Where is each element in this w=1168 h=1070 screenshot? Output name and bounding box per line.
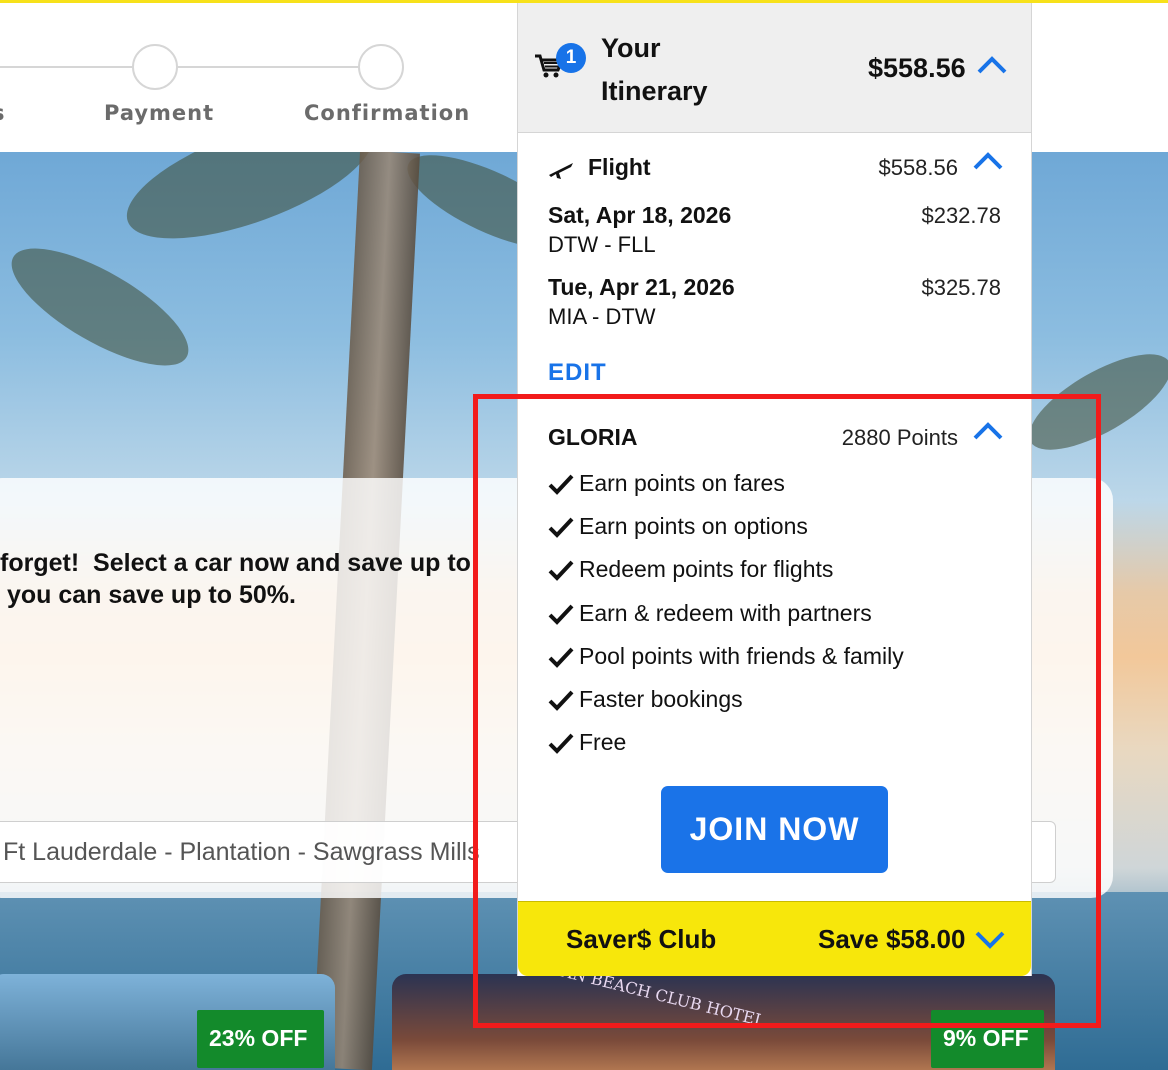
loyalty-program-name: GLORIA bbox=[548, 424, 638, 450]
itinerary-panel: 1 Your Itinerary $558.56 Flight $558.56 … bbox=[517, 3, 1032, 976]
palm-frond bbox=[112, 152, 388, 264]
plane-icon bbox=[549, 163, 573, 179]
flight-leg-route: MIA - DTW bbox=[548, 304, 656, 329]
benefit-text: Redeem points for flights bbox=[579, 556, 834, 582]
flight-leg-price: $325.78 bbox=[921, 275, 1001, 300]
palm-frond bbox=[0, 226, 205, 388]
flight-label: Flight bbox=[588, 154, 651, 180]
chevron-up-icon[interactable] bbox=[976, 55, 1008, 75]
discount-badge: 23% OFF bbox=[197, 1010, 324, 1068]
check-icon bbox=[548, 604, 574, 625]
benefit-item: Free bbox=[548, 729, 626, 756]
discount-badge: 9% OFF bbox=[931, 1010, 1044, 1068]
itinerary-total: $558.56 bbox=[868, 53, 966, 83]
savers-club-savings: Save $58.00 bbox=[818, 924, 966, 954]
benefit-text: Pool points with friends & family bbox=[579, 643, 904, 669]
car-promo-text: forget! Select a car now and save up to … bbox=[0, 547, 480, 611]
check-icon bbox=[548, 647, 574, 668]
progress-step-dot-confirmation bbox=[358, 44, 404, 90]
savers-club-label: Saver$ Club bbox=[566, 924, 717, 954]
benefit-item: Earn points on fares bbox=[548, 470, 785, 497]
benefit-text: Earn & redeem with partners bbox=[579, 600, 872, 626]
flight-leg-route: DTW - FLL bbox=[548, 232, 656, 257]
progress-step-dot-payment bbox=[132, 44, 178, 90]
benefit-item: Faster bookings bbox=[548, 686, 743, 713]
hotel-sign: OCEAN BEACH CLUB HOTEL bbox=[523, 974, 767, 1031]
itinerary-title-line: Itinerary bbox=[601, 76, 708, 106]
flight-leg-price: $232.78 bbox=[921, 203, 1001, 228]
progress-step-label-payment: Payment bbox=[104, 101, 215, 125]
savers-club-bar[interactable]: Saver$ Club Save $58.00 bbox=[518, 901, 1031, 976]
benefit-text: Earn points on options bbox=[579, 513, 808, 539]
join-now-button[interactable]: JOIN NOW bbox=[661, 786, 888, 873]
header-background bbox=[1031, 3, 1168, 152]
loyalty-points: 2880 Points bbox=[841, 425, 958, 450]
chevron-down-icon[interactable] bbox=[974, 930, 1006, 950]
benefit-item: Redeem points for flights bbox=[548, 556, 833, 583]
benefit-text: Faster bookings bbox=[579, 686, 743, 712]
progress-step-label-confirmation: Confirmation bbox=[304, 101, 471, 125]
edit-flight-link[interactable]: EDIT bbox=[548, 359, 607, 387]
progress-step-label: s bbox=[0, 101, 6, 125]
car-promo-line: forget! Select a car now and save up to bbox=[0, 549, 471, 577]
check-icon bbox=[548, 733, 574, 754]
check-icon bbox=[548, 517, 574, 538]
itinerary-title: Your Itinerary bbox=[601, 27, 741, 113]
progress-track bbox=[0, 66, 380, 68]
check-icon bbox=[548, 474, 574, 495]
flight-leg-date: Tue, Apr 21, 2026 bbox=[548, 274, 735, 300]
check-icon bbox=[548, 690, 574, 711]
chevron-up-icon[interactable] bbox=[972, 421, 1004, 441]
itinerary-title-line: Your bbox=[601, 33, 661, 63]
benefit-text: Free bbox=[579, 729, 627, 755]
palm-frond bbox=[1015, 336, 1168, 468]
benefit-item: Earn points on options bbox=[548, 513, 808, 540]
chevron-up-icon[interactable] bbox=[972, 151, 1004, 171]
flight-price: $558.56 bbox=[878, 155, 958, 180]
itinerary-header[interactable]: 1 Your Itinerary $558.56 bbox=[518, 3, 1031, 133]
check-icon bbox=[548, 560, 574, 581]
benefit-item: Earn & redeem with partners bbox=[548, 600, 872, 627]
benefit-text: Earn points on fares bbox=[579, 470, 785, 496]
cart-count-badge: 1 bbox=[556, 43, 586, 73]
booking-progress: s Payment Confirmation bbox=[0, 3, 518, 152]
benefit-item: Pool points with friends & family bbox=[548, 643, 904, 670]
car-promo-line: you can save up to 50%. bbox=[0, 581, 296, 609]
flight-leg-date: Sat, Apr 18, 2026 bbox=[548, 202, 732, 228]
